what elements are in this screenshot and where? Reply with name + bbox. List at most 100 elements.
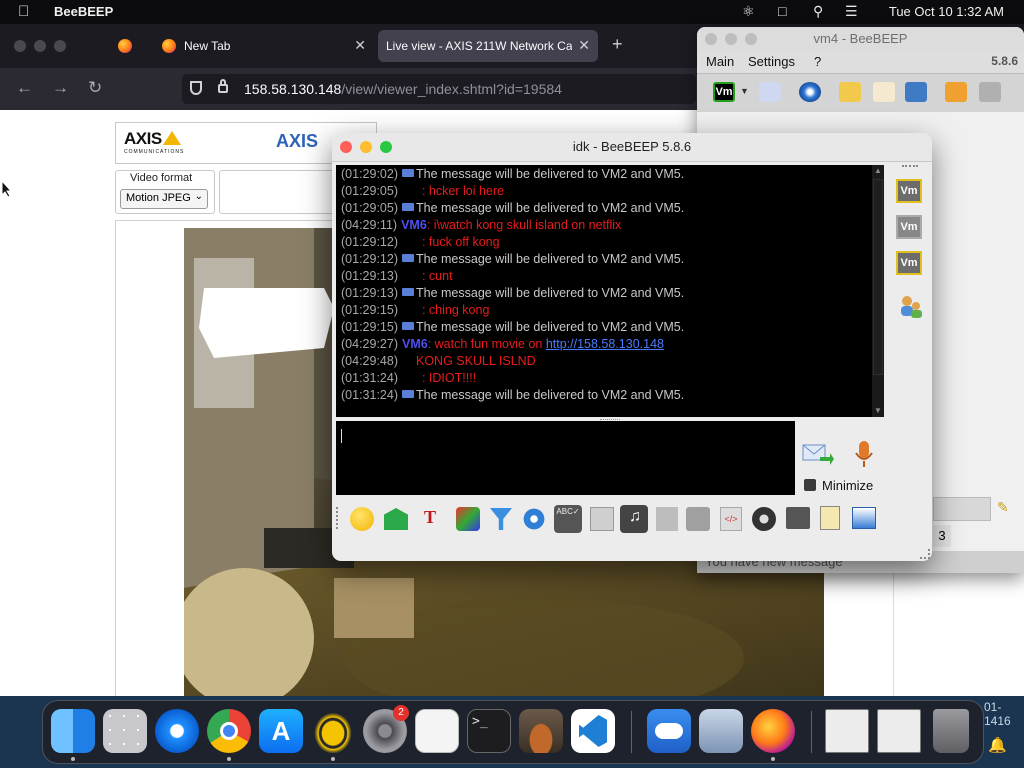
file-share-icon[interactable] xyxy=(945,82,967,102)
member-vm-button[interactable]: Vm xyxy=(896,179,922,203)
vm4-input-field[interactable] xyxy=(933,497,991,521)
save-chat-icon[interactable] xyxy=(786,507,810,529)
send-folder-icon[interactable] xyxy=(686,507,710,531)
dictionary-icon[interactable] xyxy=(590,507,614,531)
launchpad-icon[interactable] xyxy=(103,709,147,753)
tab-pinned[interactable] xyxy=(108,30,146,62)
url-bar[interactable]: 158.58.130.148/view/viewer_index.shtml?i… xyxy=(182,74,696,104)
tracking-protection-shield-icon[interactable] xyxy=(190,81,202,95)
reload-icon[interactable]: ↻ xyxy=(88,78,102,98)
chrome-icon[interactable] xyxy=(207,709,251,753)
settings-gear-icon[interactable] xyxy=(522,507,546,531)
window-close-button[interactable] xyxy=(14,40,26,52)
terminal-icon[interactable]: >_ xyxy=(467,709,511,753)
sender-name[interactable]: VM6 xyxy=(402,337,428,351)
send-file-icon[interactable] xyxy=(656,507,678,531)
active-app-name[interactable]: BeeBEEP xyxy=(54,4,113,19)
control-center-icon[interactable]: ☰ xyxy=(845,3,858,20)
filter-icon[interactable] xyxy=(490,508,512,530)
spellcheck-icon[interactable]: ABC✓ xyxy=(554,505,582,533)
write-message-icon[interactable] xyxy=(873,82,895,102)
window-close-button[interactable] xyxy=(340,141,352,153)
font-color-icon[interactable] xyxy=(456,507,480,531)
plugins-icon[interactable] xyxy=(905,82,927,102)
minimize-option[interactable]: Minimize xyxy=(802,477,922,495)
apple-menu-icon[interactable]:  xyxy=(18,3,29,20)
sender-name[interactable]: VM6 xyxy=(401,218,427,232)
window-zoom-button[interactable] xyxy=(54,40,66,52)
toolbar-grip[interactable] xyxy=(336,507,342,529)
file-transfer-icon[interactable]: ♫ xyxy=(620,505,648,533)
font-style-icon[interactable]: T xyxy=(424,507,446,531)
scroll-down-arrow-icon[interactable]: ▼ xyxy=(872,405,884,417)
dropdown-arrow-icon[interactable]: ▼ xyxy=(740,86,749,106)
message-envelope-icon[interactable] xyxy=(384,508,408,530)
minimize-checkbox[interactable] xyxy=(804,479,816,491)
site-lock-icon[interactable] xyxy=(218,79,228,93)
send-message-button[interactable] xyxy=(802,441,834,469)
emoticons-icon[interactable] xyxy=(350,507,374,531)
tab-live-view[interactable]: Live view - AXIS 211W Network Cam ✕ xyxy=(378,30,598,62)
envelope-icon xyxy=(401,203,414,211)
voice-message-button[interactable] xyxy=(852,439,876,471)
window-close-button[interactable] xyxy=(705,33,717,45)
back-arrow-icon[interactable]: ← xyxy=(16,78,33,98)
video-format-select[interactable]: Motion JPEG ⌄ xyxy=(120,189,208,209)
close-tab-icon[interactable]: ✕ xyxy=(578,37,590,54)
finder-icon[interactable] xyxy=(51,709,95,753)
trash-dock-icon[interactable] xyxy=(933,709,969,753)
trash-icon[interactable] xyxy=(979,82,1001,102)
resize-grip[interactable] xyxy=(920,549,930,559)
clipboard-icon[interactable] xyxy=(820,506,840,530)
menu-main[interactable]: Main xyxy=(706,54,734,69)
textedit-icon[interactable] xyxy=(415,709,459,753)
chat-message-log[interactable]: (01:29:02) The message will be delivered … xyxy=(336,165,884,417)
close-tab-icon[interactable]: ✕ xyxy=(354,37,366,54)
firefox-dock-icon[interactable] xyxy=(751,709,795,753)
garageband-icon[interactable] xyxy=(519,709,563,753)
beebeep-status-icon[interactable]: ⚛ xyxy=(742,3,755,20)
screenshot-icon[interactable] xyxy=(752,507,776,531)
window-minimize-button[interactable] xyxy=(360,141,372,153)
vscode-icon[interactable] xyxy=(571,709,615,753)
screen-mirroring-icon[interactable]: □ xyxy=(778,3,786,19)
vm4-toolbar: Vm ▼ xyxy=(697,73,1024,113)
detach-chat-icon[interactable] xyxy=(852,507,876,529)
forward-arrow-icon[interactable]: → xyxy=(52,78,69,98)
member-vm-button[interactable]: Vm xyxy=(896,251,922,275)
beebeep-dock-icon[interactable] xyxy=(311,709,355,753)
window-minimize-button[interactable] xyxy=(725,33,737,45)
edit-profile-icon[interactable] xyxy=(759,82,781,102)
new-tab-button[interactable]: + xyxy=(612,34,623,55)
notification-bell-icon[interactable]: 🔔 xyxy=(988,736,1007,754)
message-input[interactable] xyxy=(336,421,795,495)
macos-dock: A 2 >_ xyxy=(42,700,984,764)
vm-status-icon[interactable]: Vm xyxy=(713,82,735,102)
url-text[interactable]: 158.58.130.148/view/viewer_index.shtml?i… xyxy=(244,81,562,97)
message-link[interactable]: http://158.58.130.148 xyxy=(546,337,664,351)
weather-icon[interactable] xyxy=(647,709,691,753)
clear-broom-icon[interactable]: ✎ xyxy=(997,499,1009,516)
window-zoom-button[interactable] xyxy=(380,141,392,153)
member-vm-button[interactable]: Vm xyxy=(896,215,922,239)
window-minimize-button[interactable] xyxy=(34,40,46,52)
add-members-icon[interactable] xyxy=(898,293,924,319)
window-zoom-button[interactable] xyxy=(745,33,757,45)
menu-help[interactable]: ? xyxy=(814,54,821,69)
chat-scrollbar[interactable]: ▲ ▼ xyxy=(872,165,884,417)
menubar-clock[interactable]: Tue Oct 10 1:32 AM xyxy=(889,4,1004,19)
menu-settings[interactable]: Settings xyxy=(748,54,795,69)
tab-new-tab[interactable]: New Tab ✕ xyxy=(152,30,374,62)
app-store-icon[interactable]: A xyxy=(259,709,303,753)
scroll-up-arrow-icon[interactable]: ▲ xyxy=(872,165,884,177)
scroll-thumb[interactable] xyxy=(873,179,883,375)
html-code-icon[interactable]: </> xyxy=(720,507,742,531)
minimized-window-thumb-2[interactable] xyxy=(877,709,921,753)
safari-icon[interactable] xyxy=(155,709,199,753)
preview-icon[interactable] xyxy=(699,709,743,753)
panel-grip[interactable] xyxy=(902,165,918,171)
spotlight-search-icon[interactable]: ⚲ xyxy=(813,3,823,20)
minimized-window-thumb-1[interactable] xyxy=(825,709,869,753)
message-folder-icon[interactable] xyxy=(839,82,861,102)
network-broadcast-icon[interactable] xyxy=(799,82,821,102)
